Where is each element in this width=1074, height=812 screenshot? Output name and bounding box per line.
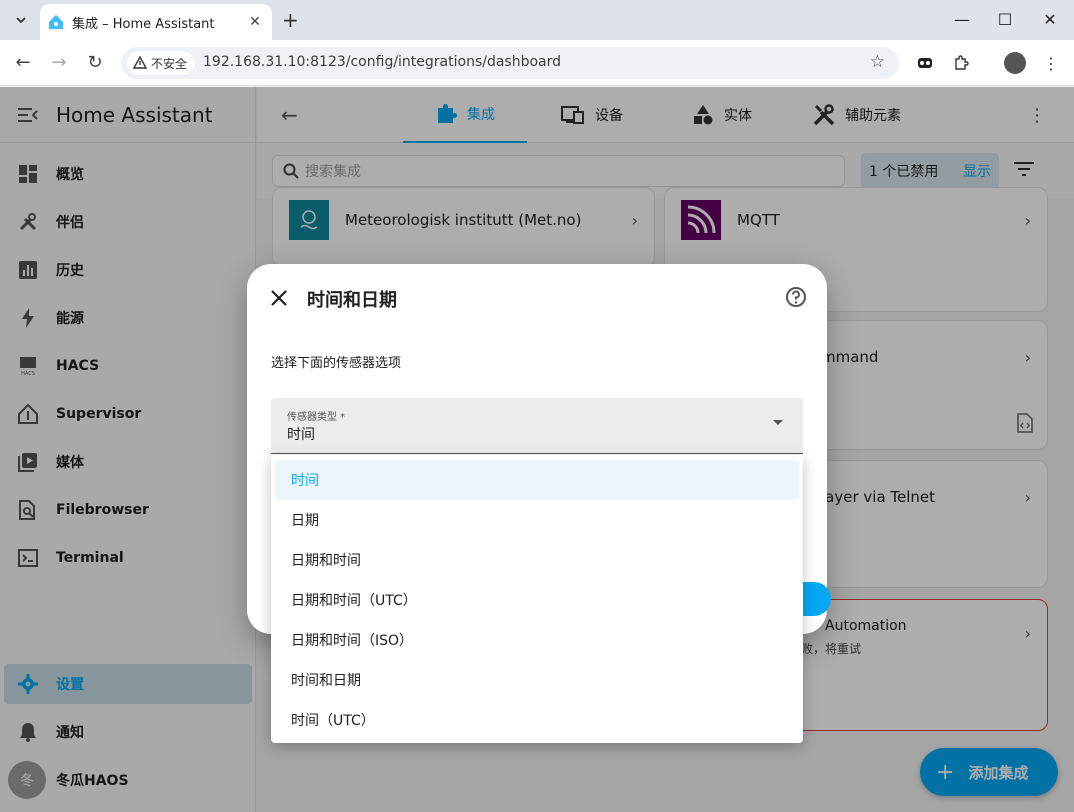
browser-tab[interactable]: 集成 – Home Assistant ✕	[40, 4, 272, 40]
extension-app-icon[interactable]	[914, 52, 936, 74]
close-window-icon[interactable]: ✕	[1040, 10, 1060, 29]
select-label: 传感器类型 *	[287, 412, 346, 423]
menu-item-date-time-utc[interactable]: 日期和时间（UTC）	[275, 580, 799, 620]
chevron-down-icon	[16, 17, 26, 24]
tab-title: 集成 – Home Assistant	[72, 16, 215, 32]
profile-avatar[interactable]	[1004, 52, 1026, 74]
minimize-icon[interactable]: —	[952, 10, 972, 29]
dropdown-arrow-icon	[773, 420, 783, 425]
bookmark-star-icon[interactable]: ☆	[870, 52, 885, 72]
close-tab-icon[interactable]: ✕	[246, 14, 264, 30]
warning-icon	[133, 56, 147, 69]
extensions-puzzle-icon[interactable]	[950, 52, 972, 74]
sensor-type-dropdown-menu: 时间 日期 日期和时间 日期和时间（UTC） 日期和时间（ISO） 时间和日期 …	[271, 455, 803, 743]
dialog-title: 时间和日期	[307, 290, 397, 311]
omnibox[interactable]: 不安全 192.168.31.10:8123/config/integratio…	[121, 47, 899, 79]
menu-item-time-utc[interactable]: 时间（UTC）	[275, 700, 799, 740]
back-arrow-icon[interactable]: ←	[12, 52, 34, 73]
help-icon[interactable]	[785, 286, 807, 312]
security-label: 不安全	[151, 56, 188, 71]
menu-item-time[interactable]: 时间	[275, 460, 799, 500]
address-bar: ← → ↻ 不安全 192.168.31.10:8123/config/inte…	[0, 40, 1074, 86]
security-indicator[interactable]: 不安全	[127, 51, 196, 75]
menu-item-date-time-iso[interactable]: 日期和时间（ISO）	[275, 620, 799, 660]
new-tab-button[interactable]: +	[282, 8, 299, 32]
url-text: 192.168.31.10:8123/config/integrations/d…	[203, 54, 562, 70]
sensor-type-select[interactable]: 传感器类型 * 时间	[271, 398, 803, 454]
reload-icon[interactable]: ↻	[84, 52, 106, 73]
dialog-description: 选择下面的传感器选项	[271, 356, 402, 371]
menu-item-date-time[interactable]: 日期和时间	[275, 540, 799, 580]
select-value: 时间	[287, 427, 315, 443]
forward-arrow-icon[interactable]: →	[48, 52, 70, 73]
close-icon[interactable]	[267, 286, 291, 314]
browser-tab-strip: 集成 – Home Assistant ✕ + — ☐ ✕	[0, 0, 1074, 40]
maximize-icon[interactable]: ☐	[995, 10, 1015, 29]
submit-button[interactable]	[801, 582, 831, 616]
browser-menu-icon[interactable]: ⋮	[1040, 52, 1062, 74]
menu-item-date[interactable]: 日期	[275, 500, 799, 540]
menu-item-time-date[interactable]: 时间和日期	[275, 660, 799, 700]
tab-search-button[interactable]	[8, 7, 34, 33]
home-assistant-favicon-icon	[49, 15, 63, 29]
